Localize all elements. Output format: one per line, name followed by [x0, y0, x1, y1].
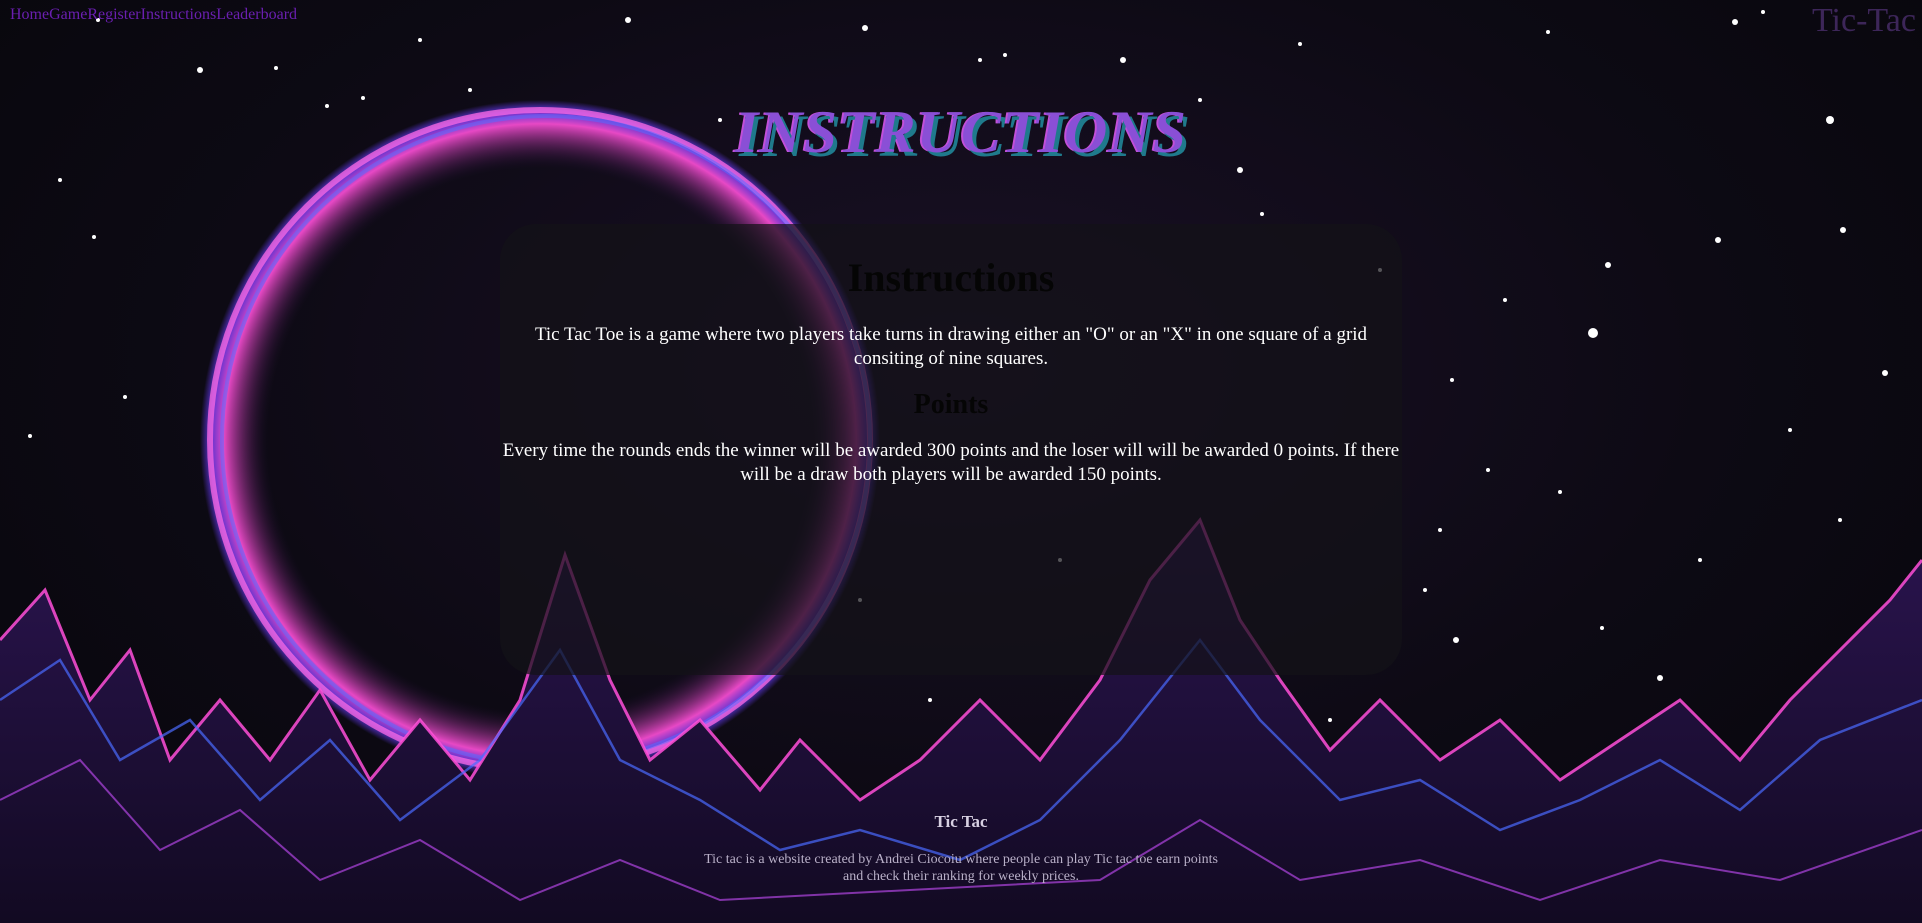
nav-link-register[interactable]: Register: [87, 6, 140, 24]
panel-title: Instructions: [847, 255, 1055, 300]
top-nav: Home Game Register Instructions Leaderbo…: [10, 6, 297, 24]
site-footer: Tic Tac Tic tac is a website created by …: [0, 812, 1922, 885]
nav-link-leaderboard[interactable]: Leaderboard: [216, 6, 297, 24]
nav-link-home[interactable]: Home: [10, 6, 49, 24]
nav-link-game[interactable]: Game: [49, 6, 87, 24]
instructions-panel: Instructions Tic Tac Toe is a game where…: [500, 224, 1402, 675]
site-brand: Tic-Tac: [1811, 2, 1916, 39]
points-text: Every time the rounds ends the winner wi…: [502, 440, 1400, 485]
footer-text: Tic tac is a website created by Andrei C…: [704, 852, 1218, 884]
intro-text: Tic Tac Toe is a game where two players …: [534, 324, 1368, 369]
page-title: INSTRUCTIONS: [734, 99, 1188, 165]
footer-title: Tic Tac: [934, 812, 988, 831]
points-title: Points: [913, 389, 989, 420]
nav-link-instructions[interactable]: Instructions: [141, 6, 217, 24]
